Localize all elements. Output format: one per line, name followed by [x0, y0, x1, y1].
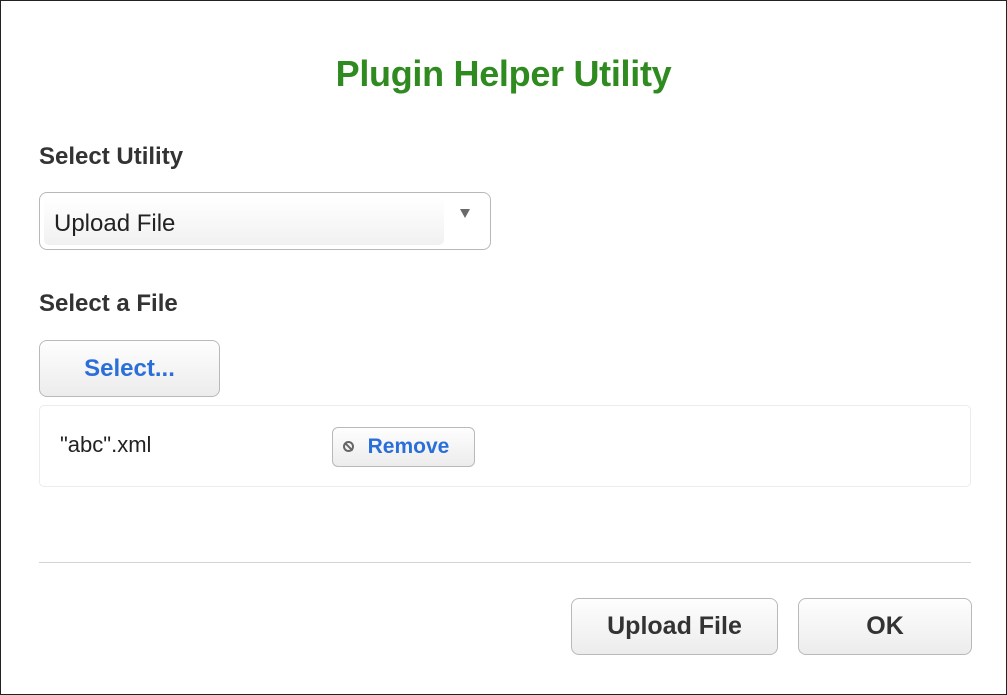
ok-button[interactable]: OK — [798, 598, 972, 655]
footer-divider — [39, 562, 971, 563]
remove-file-button[interactable]: Remove — [332, 427, 475, 467]
chevron-down-icon — [460, 209, 470, 218]
utility-select-value: Upload File — [54, 210, 176, 237]
selected-files-list: "abc".xml Remove — [39, 405, 971, 487]
select-file-label: Select a File — [39, 290, 178, 317]
file-name: "abc".xml — [60, 432, 152, 457]
remove-circle-icon — [343, 441, 354, 452]
upload-file-button[interactable]: Upload File — [571, 598, 778, 655]
dialog-title: Plugin Helper Utility — [335, 53, 672, 94]
remove-button-label: Remove — [367, 435, 450, 458]
utility-select[interactable]: Upload File — [39, 192, 491, 250]
plugin-helper-dialog: Plugin Helper Utility Select Utility Upl… — [0, 0, 1007, 695]
select-utility-label: Select Utility — [39, 143, 184, 170]
select-file-button[interactable]: Select... — [39, 340, 220, 397]
